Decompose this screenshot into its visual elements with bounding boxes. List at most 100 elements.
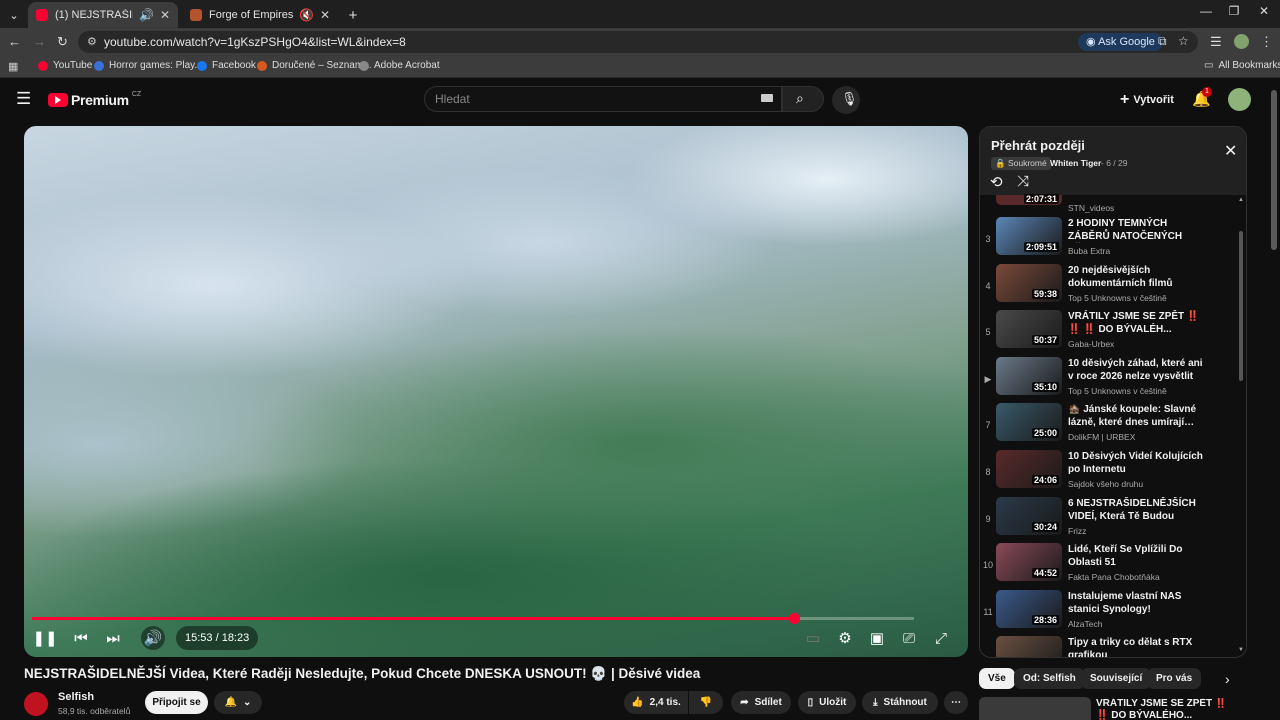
playlist-item[interactable]: 10 44:52 Lidé, Kteří Se Vplížili Do Oblast… [980,543,1238,587]
bookmark-adobe-acrobat[interactable]: Adobe Acrobat [359,60,440,71]
chip-all[interactable]: Vše [979,668,1015,689]
playlist-item-thumbnail[interactable]: 25:00 [996,403,1062,442]
reload-icon[interactable]: ↻ [57,34,68,50]
playlist-item[interactable]: 9 30:24 6 NEJSTRAŠIDELNĚJŠÍCH VIDEÍ, Která… [980,496,1238,541]
loop-icon[interactable]: ⟲ [990,173,1003,191]
tab-list-button[interactable]: ⌄ [4,2,24,28]
back-icon[interactable]: ← [8,34,21,49]
playlist-item[interactable]: 7 25:00 🏚️ Jánské koupele: Slavné lázně, k… [980,403,1238,447]
playlist-title[interactable]: Přehrát později [991,138,1085,153]
profile-avatar[interactable] [1234,34,1249,49]
media-controls-icon[interactable]: ☰ [1210,34,1222,50]
search-button[interactable]: ⌕ [782,86,824,112]
playlist-item-thumbnail[interactable]: 59:38 [996,263,1062,302]
related-thumbnail[interactable] [979,697,1091,720]
all-bookmarks[interactable]: ▭ All Bookmarks [1204,60,1280,71]
hamburger-menu-icon[interactable]: ☰ [16,89,31,109]
create-button[interactable]: + Vytvořit [1120,91,1174,109]
playlist-item-thumbnail[interactable]: 35:10 [996,356,1062,395]
page-scrollbar[interactable] [1271,90,1277,250]
bookmark-horror-games[interactable]: Horror games: Play... [94,60,203,71]
playlist-owner[interactable]: Whiten Tiger [1050,158,1101,168]
subtitles-button[interactable]: ▭ [802,626,824,650]
bookmark-facebook[interactable]: Facebook [197,60,256,71]
save-button[interactable]: ▯ Uložit [798,691,856,714]
next-button[interactable]: ⏭ [102,626,124,650]
playlist-item[interactable]: 4 59:38 20 nejděsivějších dokumentárních f… [980,263,1238,308]
playlist-item-thumbnail[interactable]: 28:36 [996,589,1062,628]
channel-name[interactable]: Selfish [58,691,94,703]
dislike-button[interactable]: 👎 [689,691,723,714]
join-button[interactable]: Připojit se [145,691,208,714]
playlist-item[interactable]: 5 50:37 VRÁTILY JSME SE ZPĚT ‼️ ‼️ ‼️ DO B… [980,310,1238,354]
site-info-icon[interactable]: ⚙ [87,35,97,48]
bookmark-seznam[interactable]: Doručené – Seznam... [257,60,372,71]
partial-thumbnail[interactable]: 2:07:31 [996,194,1062,205]
previous-button[interactable]: ⏮ [70,626,92,650]
youtube-premium-logo[interactable]: Premium CZ [48,91,141,108]
playlist-item-thumbnail[interactable]: 24:06 [996,450,1062,488]
chevron-right-icon[interactable]: › [1225,671,1230,687]
apps-grid-icon[interactable]: ▦ [8,60,18,73]
more-actions-button[interactable]: ⋯ [944,691,968,714]
search-input[interactable]: Hledat [424,86,782,112]
scrubber-handle[interactable] [789,613,801,624]
playlist-item[interactable]: Tipy a triky co dělat s RTX grafikou [980,636,1238,657]
like-button[interactable]: 👍 2,4 tis. [624,691,688,714]
channel-avatar[interactable] [24,692,48,716]
close-playlist-icon[interactable]: ✕ [1224,141,1237,161]
playlist-item-thumbnail[interactable] [996,636,1062,657]
share-button[interactable]: ➦ Sdílet [731,691,791,714]
theater-mode-button[interactable]: ▣ [866,626,888,650]
playlist-item[interactable]: ▶ 35:10 10 děsivých záhad, které ani v roc… [980,356,1238,401]
playlist-scrollbar[interactable]: ▲ ▼ [1237,197,1245,657]
keyboard-icon[interactable] [761,94,773,102]
chip-related[interactable]: Související [1081,668,1152,689]
ask-google-button[interactable]: ◉ Ask Google [1078,33,1163,51]
shuffle-icon[interactable]: ⤨ [1017,173,1029,190]
download-button[interactable]: ⤓ Stáhnout [862,691,938,714]
playlist-item-thumbnail[interactable]: 2:09:51 [996,217,1062,255]
chip-for-you[interactable]: Pro vás [1147,668,1202,689]
playlist-item[interactable]: 3 2:09:51 2 HODINY TEMNÝCH ZÁBĚRŮ NATOČENÝ… [980,217,1238,261]
thumbs-down-icon: 👎 [699,697,713,708]
duration-badge: 59:38 [1031,288,1059,299]
notification-bell-button[interactable]: 🔔 ⌄ [214,691,262,714]
account-avatar[interactable] [1228,88,1251,111]
mute-icon[interactable]: 🔇 [299,8,314,22]
close-tab-icon[interactable]: ✕ [320,8,330,22]
playlist-item-thumbnail[interactable]: 44:52 [996,543,1062,582]
pause-button[interactable]: ❚❚ [32,626,57,650]
menu-icon[interactable]: ⋮ [1260,34,1273,50]
install-icon[interactable]: ⧉ [1158,34,1167,49]
speaker-icon[interactable]: 🔊 [139,8,154,22]
fullscreen-button[interactable]: ⤢ [930,626,952,650]
volume-button[interactable]: 🔊 [141,626,165,650]
playlist-item-thumbnail[interactable]: 30:24 [996,496,1062,535]
cast-button[interactable]: ⎚ [898,626,920,650]
forward-icon[interactable]: → [33,34,46,49]
playlist-header: Přehrát později 🔒 Soukromé Whiten Tiger … [980,127,1246,195]
notifications-button[interactable]: 🔔 1 [1192,87,1212,108]
playlist-item-thumbnail[interactable]: 50:37 [996,310,1062,349]
new-tab-button[interactable]: + [342,2,364,28]
minimize-button[interactable]: — [1192,4,1220,24]
playlist-item[interactable]: 11 28:36 Instalujeme vlastní NAS stanici S… [980,589,1238,634]
playlist-item-channel: Fakta Pana Chobotňáka [1068,572,1160,583]
close-tab-icon[interactable]: ✕ [160,8,170,22]
related-title[interactable]: VRÁTILY JSME SE ZPĚT ‼️ ‼️ DO BÝVALÉHO..… [1096,698,1236,720]
address-bar[interactable]: ⚙ youtube.com/watch?v=1gKszPSHgO4&list=W… [78,31,1198,53]
settings-button[interactable]: ⚙ [834,626,856,650]
voice-search-button[interactable]: 🎙 [832,86,860,114]
bookmark-star-icon[interactable]: ☆ [1178,34,1189,48]
chip-from-channel[interactable]: Od: Selfish [1014,668,1085,689]
video-player[interactable]: ❚❚ ⏮ ⏭ 🔊 15:53 / 18:23 ▭ ⚙ ▣ ⎚ ⤢ [24,126,968,657]
bookmark-youtube[interactable]: YouTube [38,60,92,71]
tab-youtube[interactable]: (1) NEJSTRAŠIDELNĚJŠÍ Vide 🔊 ✕ [28,2,178,28]
close-window-button[interactable]: ✕ [1250,4,1278,24]
tab-forge-of-empires[interactable]: Forge of Empires 🔇 ✕ [182,2,338,28]
duration-badge: 28:36 [1031,614,1059,625]
restore-button[interactable]: ❐ [1220,4,1248,24]
progress-bar[interactable] [32,613,914,624]
playlist-item[interactable]: 8 24:06 10 Děsivých Videí Kolujících po In… [980,450,1238,494]
